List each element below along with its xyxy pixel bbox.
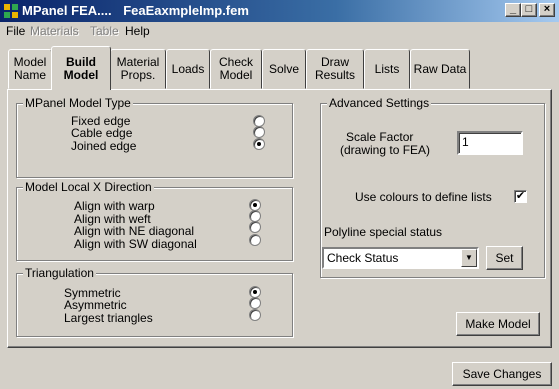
tab-label: Build Model (63, 54, 99, 82)
tab-raw-data[interactable]: Raw Data (410, 49, 470, 89)
tab-label: Material Props. (116, 55, 160, 82)
use-colours-checkbox[interactable]: ✔ (514, 190, 527, 203)
minimize-button[interactable]: _ (505, 3, 521, 17)
model-type-group: MPanel Model Type Fixed edge Cable edge … (16, 96, 293, 178)
scale-factor-input[interactable]: 1 (457, 131, 523, 155)
triangulation-title: Triangulation (23, 266, 96, 280)
polyline-status-label: Polyline special status (324, 225, 443, 239)
menu-file[interactable]: File (6, 24, 25, 38)
tab-material-props[interactable]: Material Props. (110, 49, 166, 89)
make-model-button[interactable]: Make Model (456, 312, 540, 336)
largest-triangles-label: Largest triangles (64, 311, 153, 325)
tab-solve[interactable]: Solve (262, 49, 306, 89)
tab-label: Model Name (13, 55, 47, 82)
tab-lists[interactable]: Lists (364, 49, 410, 89)
joined-edge-label: Joined edge (71, 139, 137, 153)
set-button[interactable]: Set (486, 246, 523, 270)
window-title: MPanel FEA.... FeaEaxmpleImp.fem (22, 3, 257, 18)
polyline-status-value: Check Status (327, 251, 399, 265)
menu-help[interactable]: Help (125, 24, 150, 38)
chevron-down-icon[interactable]: ▼ (461, 249, 477, 267)
cable-edge-radio[interactable] (253, 126, 265, 138)
menu-table[interactable]: Table (90, 24, 119, 38)
menu-bar: File Materials Table Help (0, 22, 559, 42)
largest-triangles-radio[interactable] (249, 309, 261, 321)
tab-draw-results[interactable]: Draw Results (306, 49, 364, 89)
build-model-panel: MPanel Model Type Fixed edge Cable edge … (7, 89, 552, 348)
close-button[interactable]: × (539, 3, 555, 17)
joined-edge-radio[interactable] (253, 138, 265, 150)
title-bar[interactable]: MPanel FEA.... FeaEaxmpleImp.fem _ □ × (0, 0, 559, 22)
tab-check-model[interactable]: Check Model (210, 49, 262, 89)
advanced-settings-group: Advanced Settings Scale Factor (drawing … (320, 96, 545, 278)
tab-label: Check Model (218, 55, 253, 82)
app-icon (4, 4, 18, 18)
tab-build-model[interactable]: Build Model (51, 46, 111, 90)
tab-model-name[interactable]: Model Name (8, 49, 52, 89)
polyline-status-select[interactable]: Check Status ▼ (322, 247, 479, 269)
menu-materials[interactable]: Materials (30, 24, 79, 38)
tab-label: Solve (268, 61, 300, 76)
asymmetric-radio[interactable] (249, 297, 261, 309)
advanced-settings-title: Advanced Settings (327, 96, 432, 110)
tab-label: Lists (374, 61, 400, 76)
app-title: MPanel FEA.... (22, 3, 112, 18)
local-x-title: Model Local X Direction (23, 180, 154, 194)
tab-label: Raw Data (413, 61, 467, 76)
save-changes-button[interactable]: Save Changes (452, 362, 552, 386)
local-x-group: Model Local X Direction Align with warp … (16, 180, 293, 261)
align-sw-label: Align with SW diagonal (74, 237, 197, 251)
align-ne-radio[interactable] (249, 221, 261, 233)
check-mark-icon: ✔ (515, 190, 526, 202)
maximize-button[interactable]: □ (521, 3, 537, 17)
align-sw-radio[interactable] (249, 234, 261, 246)
file-title: FeaEaxmpleImp.fem (123, 3, 249, 18)
triangulation-group: Triangulation Symmetric Asymmetric Large… (16, 266, 293, 337)
use-colours-label: Use colours to define lists (355, 190, 492, 204)
tab-label: Draw Results (314, 55, 355, 82)
model-type-title: MPanel Model Type (23, 96, 133, 110)
tab-label: Loads (171, 61, 205, 76)
scale-factor-sublabel: (drawing to FEA) (340, 143, 431, 157)
tab-loads[interactable]: Loads (166, 49, 210, 89)
